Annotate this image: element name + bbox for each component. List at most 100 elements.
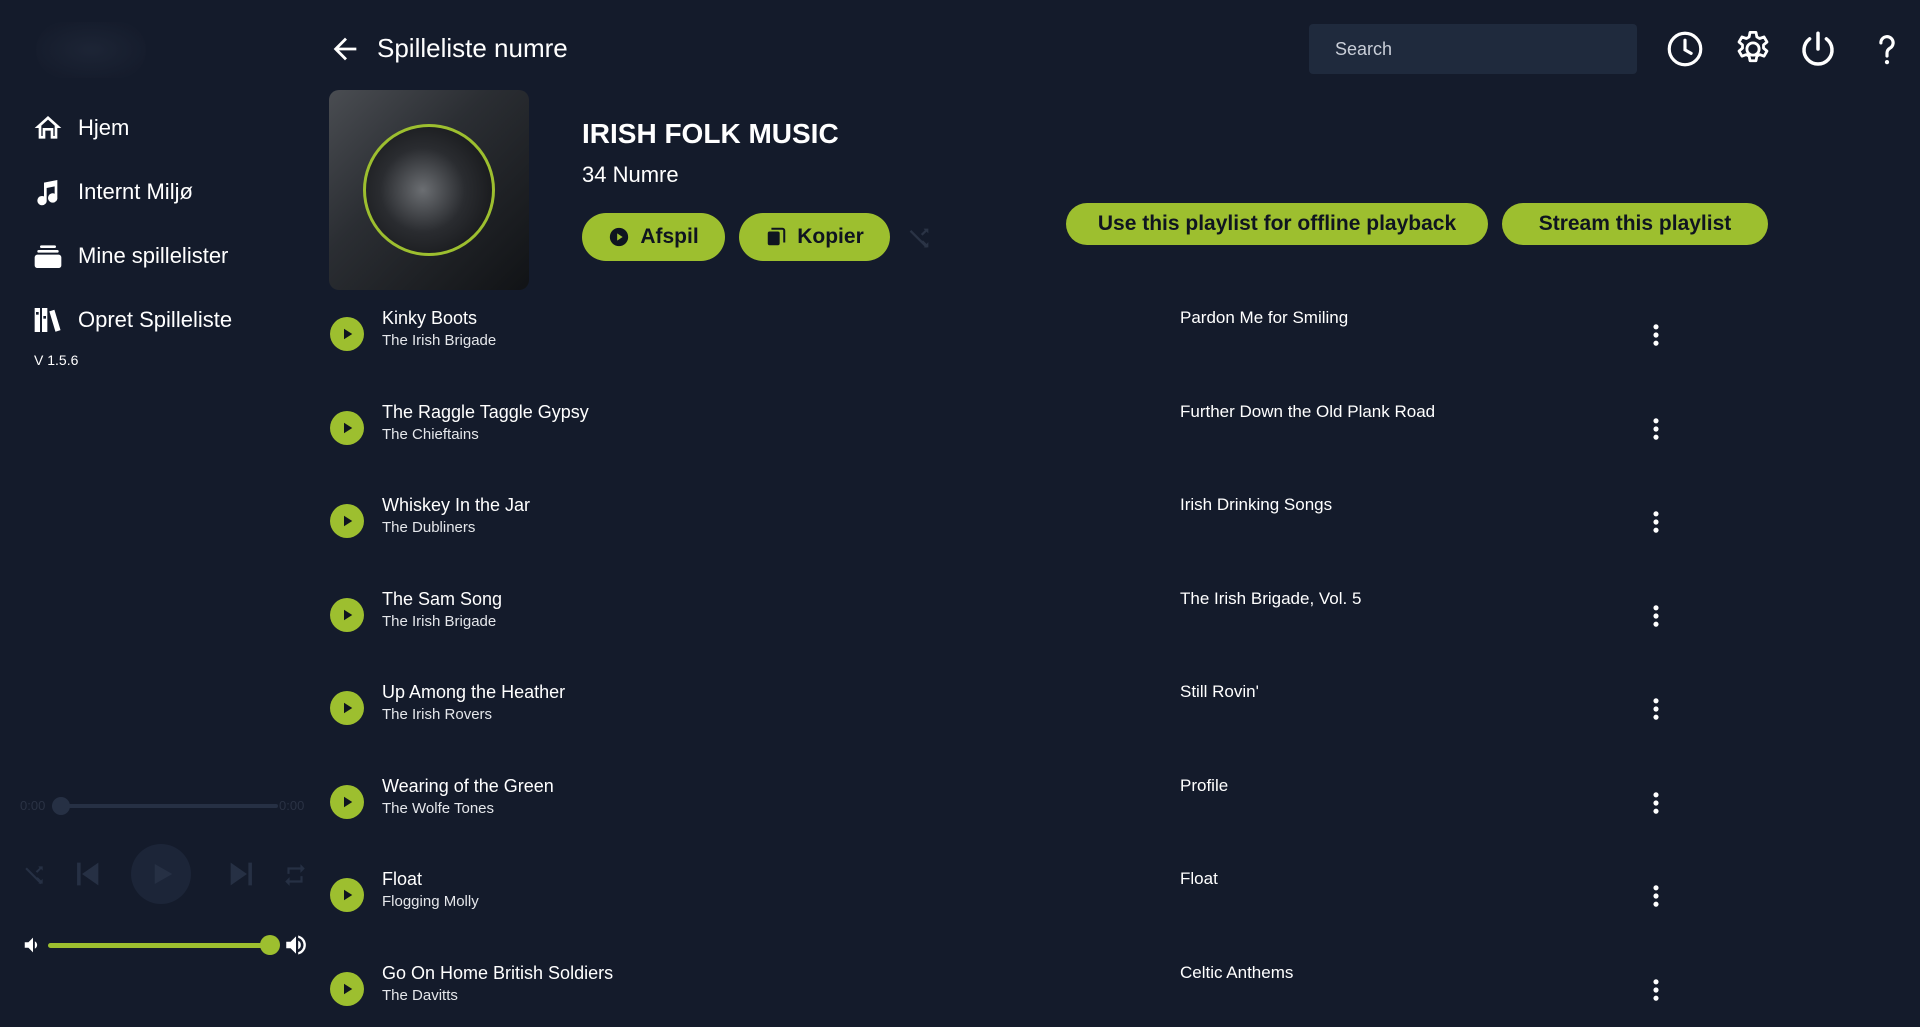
repeat-icon[interactable] [281, 862, 309, 888]
help-icon[interactable] [1866, 28, 1908, 70]
next-icon[interactable] [225, 856, 259, 892]
track-count: 34 Numre [582, 162, 679, 187]
current-time: 0:00 [20, 798, 46, 813]
more-options-icon[interactable] [1639, 315, 1673, 355]
track-play-button[interactable] [330, 878, 364, 912]
play-circle-icon [608, 226, 630, 248]
track-row[interactable]: Up Among the Heather The Irish Rovers Stil… [329, 675, 1689, 751]
playlist-name: IRISH FOLK MUSIC [582, 118, 839, 149]
play-pause-button[interactable] [131, 844, 191, 904]
stream-playlist-button[interactable]: Stream this playlist [1502, 203, 1768, 245]
sidebar-item-internt-miljo[interactable]: Internt Miljø [32, 172, 193, 212]
play-icon [344, 889, 353, 901]
track-artist: The Davitts [382, 987, 458, 1004]
more-options-icon[interactable] [1639, 970, 1673, 1010]
track-title: The Sam Song [382, 589, 503, 609]
volume-low-icon[interactable] [22, 934, 44, 956]
play-icon [154, 864, 173, 884]
volume-knob[interactable] [260, 935, 280, 955]
version-label: V 1.5.6 [34, 352, 79, 368]
more-options-icon[interactable] [1639, 596, 1673, 636]
track-play-button[interactable] [330, 785, 364, 819]
sidebar-item-label: Opret Spilleliste [78, 307, 233, 332]
track-album: Further Down the Old Plank Road [1180, 402, 1436, 421]
search-input[interactable] [1309, 24, 1637, 74]
total-time: 0:00 [279, 798, 305, 813]
track-play-button[interactable] [330, 691, 364, 725]
track-album: Still Rovin' [1180, 682, 1259, 701]
play-icon [344, 422, 353, 434]
play-icon [344, 515, 353, 527]
track-artist: The Irish Brigade [382, 332, 497, 349]
track-row[interactable]: The Raggle Taggle Gypsy The Chieftains Fur… [329, 395, 1689, 471]
track-play-button[interactable] [330, 317, 364, 351]
track-artist: The Chieftains [382, 426, 479, 443]
copy-playlist-button[interactable]: Kopier [739, 213, 890, 261]
progress-knob[interactable] [52, 797, 70, 815]
shuffle-playlist-icon[interactable] [904, 224, 936, 252]
sidebar: Hjem Internt Miljø Mine spillelister Opr… [0, 0, 318, 1027]
track-album: Float [1180, 869, 1218, 888]
play-icon [344, 702, 353, 714]
track-row[interactable]: The Sam Song The Irish Brigade The Irish B… [329, 582, 1689, 658]
cover-artwork [363, 124, 495, 256]
more-options-icon[interactable] [1639, 689, 1673, 729]
sidebar-item-opret-spilleliste[interactable]: Opret Spilleliste [32, 300, 232, 340]
track-artist: The Irish Brigade [382, 613, 497, 630]
volume-high-icon[interactable] [283, 932, 309, 958]
track-row[interactable]: Whiskey In the Jar The Dubliners Irish Dri… [329, 488, 1689, 564]
track-title: Wearing of the Green [382, 776, 554, 796]
copy-button-label: Kopier [797, 225, 864, 248]
offline-playback-button[interactable]: Use this playlist for offline playback [1066, 203, 1488, 245]
track-album: Profile [1180, 776, 1229, 795]
track-album: The Irish Brigade, Vol. 5 [1180, 589, 1362, 608]
sidebar-item-label: Mine spillelister [78, 243, 229, 268]
play-icon [344, 796, 353, 808]
track-artist: The Dubliners [382, 519, 476, 536]
shuffle-icon[interactable] [20, 862, 48, 888]
play-button-label: Afspil [640, 225, 699, 248]
sidebar-item-label: Hjem [78, 115, 130, 140]
more-options-icon[interactable] [1639, 502, 1673, 542]
play-icon [344, 609, 353, 621]
settings-gear-icon[interactable] [1732, 28, 1774, 70]
track-play-button[interactable] [330, 504, 364, 538]
track-play-button[interactable] [330, 972, 364, 1006]
play-icon [344, 328, 353, 340]
previous-icon[interactable] [70, 856, 104, 892]
volume-slider[interactable] [48, 943, 270, 948]
track-title: Float [382, 869, 423, 889]
playlist-cover-image [329, 90, 529, 290]
track-title: Go On Home British Soldiers [382, 963, 614, 983]
power-icon[interactable] [1797, 28, 1839, 70]
track-title: Up Among the Heather [382, 682, 566, 702]
stack-icon [32, 240, 64, 272]
more-options-icon[interactable] [1639, 876, 1673, 916]
track-row[interactable]: Go On Home British Soldiers The Davitts Ce… [329, 956, 1689, 1027]
track-row[interactable]: Float Flogging Molly Float [329, 862, 1689, 938]
track-play-button[interactable] [330, 411, 364, 445]
library-icon [32, 304, 64, 336]
track-row[interactable]: Kinky Boots The Irish Brigade Pardon Me fo… [329, 301, 1689, 377]
sidebar-item-mine-spillelister[interactable]: Mine spillelister [32, 236, 228, 276]
more-options-icon[interactable] [1639, 409, 1673, 449]
music-note-icon [32, 176, 64, 208]
track-artist: The Wolfe Tones [382, 800, 495, 817]
app-logo [36, 22, 146, 78]
history-clock-icon[interactable] [1664, 28, 1706, 70]
back-arrow-icon[interactable] [328, 32, 362, 66]
track-title: The Raggle Taggle Gypsy [382, 402, 589, 422]
play-icon [344, 983, 353, 995]
sidebar-item-home[interactable]: Hjem [32, 108, 129, 148]
progress-slider[interactable] [52, 804, 278, 808]
home-icon [32, 112, 64, 144]
track-row[interactable]: Wearing of the Green The Wolfe Tones Profi… [329, 769, 1689, 845]
track-album: Celtic Anthems [1180, 963, 1294, 982]
more-options-icon[interactable] [1639, 783, 1673, 823]
track-title: Whiskey In the Jar [382, 495, 531, 515]
play-playlist-button[interactable]: Afspil [582, 213, 725, 261]
track-album: Pardon Me for Smiling [1180, 308, 1349, 327]
sidebar-item-label: Internt Miljø [78, 179, 193, 204]
track-artist: The Irish Rovers [382, 706, 493, 723]
track-play-button[interactable] [330, 598, 364, 632]
